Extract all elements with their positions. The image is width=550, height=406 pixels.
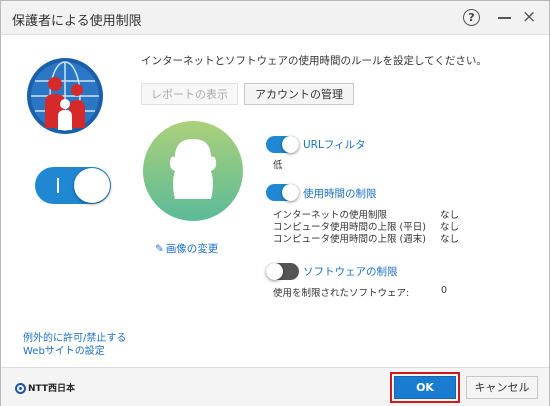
time-limit-toggle[interactable] <box>266 184 299 201</box>
toggle-knob <box>282 184 299 201</box>
minimize-icon[interactable] <box>498 7 512 27</box>
time-row-value: なし <box>440 234 460 245</box>
account-management-button[interactable]: アカウントの管理 <box>244 83 354 105</box>
change-image-link[interactable]: ✎ 画像の変更 <box>155 241 218 256</box>
url-filter-toggle[interactable] <box>266 136 299 153</box>
website-exceptions-line: Webサイトの設定 <box>23 346 105 357</box>
ntt-logo-icon <box>15 383 26 394</box>
titlebar: 保護者による使用制限 ? × <box>1 1 549 35</box>
time-limit-label[interactable]: 使用時間の制限 <box>303 186 377 201</box>
toggle-knob <box>266 263 283 280</box>
pencil-icon: ✎ <box>155 243 164 255</box>
software-row-label: 使用を制限されたソフトウェア: <box>273 288 410 299</box>
software-row-value: 0 <box>441 285 448 296</box>
help-icon[interactable]: ? <box>463 9 480 26</box>
url-filter-value: 低 <box>273 160 283 171</box>
window-title: 保護者による使用制限 <box>12 14 142 29</box>
toggle-knob <box>282 136 299 153</box>
url-filter-label[interactable]: URLフィルタ <box>303 137 366 152</box>
ntt-brand: NTT西日本 <box>28 384 76 394</box>
master-toggle[interactable] <box>35 167 111 204</box>
toggle-knob <box>74 168 110 203</box>
change-image-label: 画像の変更 <box>165 243 219 255</box>
close-icon[interactable]: × <box>522 8 536 26</box>
time-row-label: コンピュータ使用時間の上限 (週末) <box>273 234 426 245</box>
parental-control-window: 保護者による使用制限 ? × インターネットとソフトウェアの使用時間のルールを設… <box>0 0 550 406</box>
toggle-on-mark <box>57 178 59 193</box>
website-exceptions-link[interactable]: 例外的に許可/禁止する Webサイトの設定 <box>23 332 126 358</box>
cancel-button[interactable]: キャンセル <box>466 376 538 399</box>
ntt-logo: NTT西日本 <box>15 381 75 394</box>
software-limit-toggle[interactable] <box>266 263 299 280</box>
avatar[interactable] <box>141 119 245 223</box>
ok-button[interactable]: OK <box>394 376 456 399</box>
website-exceptions-line: 例外的に許可/禁止する <box>23 333 127 344</box>
software-limit-label[interactable]: ソフトウェアの制限 <box>303 264 398 279</box>
intro-text: インターネットとソフトウェアの使用時間のルールを設定してください。 <box>141 55 487 67</box>
family-globe-icon <box>27 58 103 134</box>
report-button[interactable]: レポートの表示 <box>141 83 238 105</box>
